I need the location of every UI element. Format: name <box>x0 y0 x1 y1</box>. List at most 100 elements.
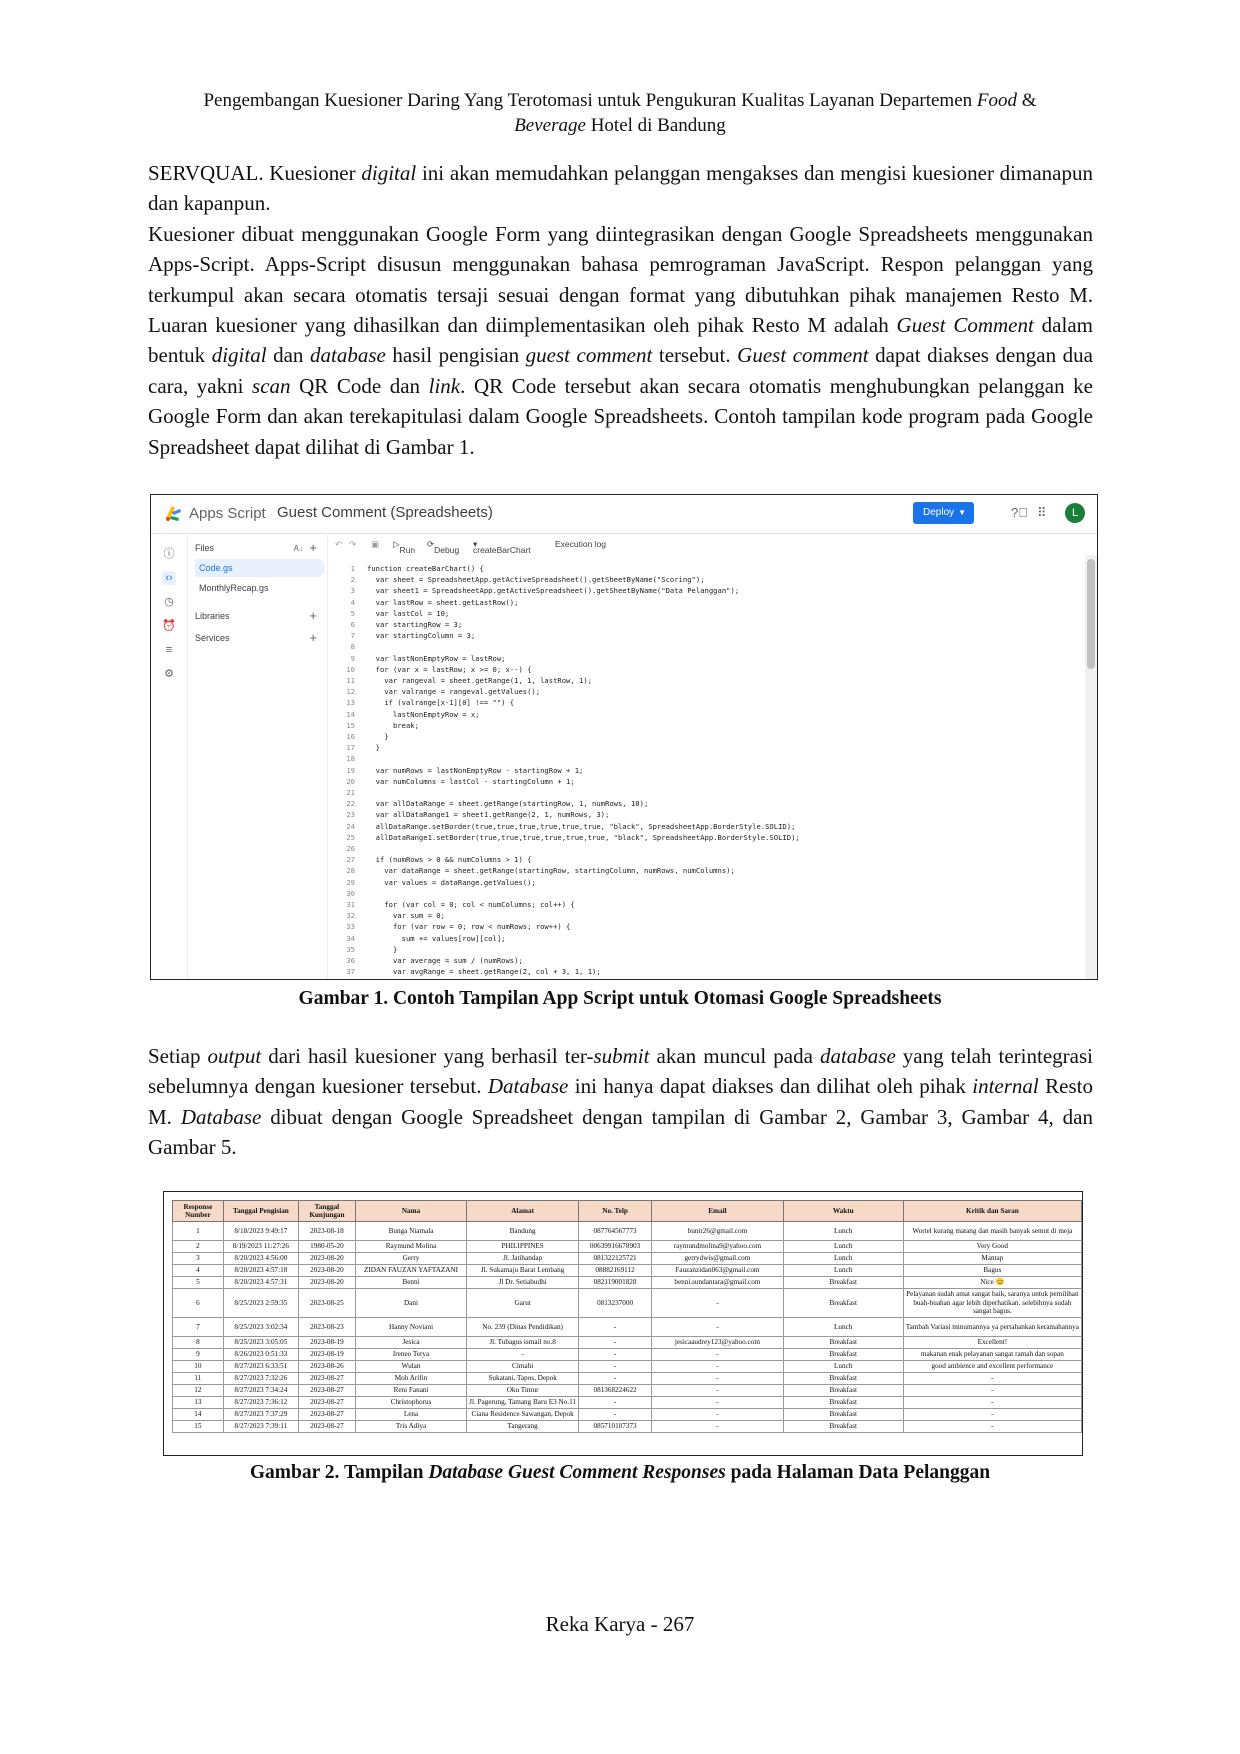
table-cell: 8/19/2023 11:27:26 <box>222 1240 299 1253</box>
editor-icon[interactable]: ‹› <box>162 571 176 585</box>
line-number: 13 <box>346 698 355 708</box>
table-cell: - <box>902 1408 1082 1421</box>
table-cell: Jl. Pagerung, Tamang Baru E3 No.11 <box>466 1396 580 1409</box>
execution-log-button[interactable]: Execution log <box>555 539 606 549</box>
table-cell: Breakfast <box>782 1348 904 1361</box>
table-cell: 2023-08-27 <box>297 1420 356 1433</box>
files-header: Files A↓ + <box>195 539 321 557</box>
save-icon[interactable]: ▣ <box>371 539 379 550</box>
table-cell: 8/27/2023 7:37:29 <box>222 1408 299 1421</box>
table-cell: - <box>578 1408 653 1421</box>
code-text: var sheet1 = SpreadsheetApp.getActiveSpr… <box>367 586 740 596</box>
sort-icon[interactable]: A↓ <box>294 540 303 558</box>
figure-1-caption: Gambar 1. Contoh Tampilan App Script unt… <box>298 988 942 1009</box>
left-icon-rail: ⓘ ‹› ◷ ⏰ ≡ ⚙ <box>151 533 188 979</box>
column-header: Response Number <box>172 1200 224 1222</box>
table-cell: 8/26/2023 0:51:33 <box>222 1348 299 1361</box>
code-text: if (valrange[x-1][0] !== "") { <box>367 698 515 708</box>
debug-button[interactable]: ⟳ Debug <box>427 539 459 555</box>
table-cell: 2023-08-19 <box>297 1336 356 1349</box>
libraries-section[interactable]: Libraries + <box>195 607 321 625</box>
header-line-2: Beverage Hotel di Bandung <box>514 115 726 136</box>
line-number: 5 <box>350 608 355 618</box>
settings-gear-icon[interactable]: ⚙ <box>162 667 176 681</box>
table-cell: Ireneo Terya <box>354 1348 468 1361</box>
line-number: 24 <box>346 821 355 831</box>
add-library-icon[interactable]: + <box>309 607 317 625</box>
code-text: var numColumns = lastCol - startingColum… <box>367 776 575 786</box>
table-cell: 082119001828 <box>578 1276 653 1289</box>
code-text: var startingRow = 3; <box>367 620 463 629</box>
history-icon[interactable]: ◷ <box>162 595 176 609</box>
table-cell: Very Good <box>902 1240 1082 1253</box>
table-cell: Lunch <box>782 1252 904 1265</box>
line-number: 25 <box>346 832 355 842</box>
table-cell: Breakfast <box>782 1408 904 1421</box>
code-editor[interactable]: 1 function createBarChart() {2 var sheet … <box>327 555 1085 979</box>
line-number: 3 <box>350 586 355 596</box>
table-cell: 2023-08-27 <box>297 1384 356 1397</box>
scrollbar-thumb[interactable] <box>1087 559 1095 669</box>
function-select[interactable]: createBarChart ▾ <box>473 539 531 555</box>
table-cell: 14 <box>172 1408 224 1421</box>
run-button[interactable]: ▷ Run <box>393 539 415 555</box>
project-title[interactable]: Guest Comment (Spreadsheets) <box>277 504 493 521</box>
table-cell: - <box>578 1360 653 1373</box>
redo-icon[interactable]: ↷ <box>349 539 356 550</box>
table-cell: Jl. Sukamaju Barat Lembang <box>466 1264 580 1277</box>
table-cell: 2023-08-19 <box>297 1348 356 1361</box>
line-number: 18 <box>346 754 355 764</box>
line-number: 11 <box>346 676 355 685</box>
table-cell: Lunch <box>782 1221 904 1241</box>
table-cell: 8/25/2023 3:05:05 <box>222 1336 299 1349</box>
table-cell: makanan enak pelayanan sangat ramah dan … <box>902 1348 1082 1361</box>
table-cell: - <box>578 1372 653 1385</box>
add-service-icon[interactable]: + <box>309 629 317 647</box>
apps-grid-icon[interactable]: ⠿ <box>1037 505 1047 521</box>
table-cell: 8/27/2023 7:36:12 <box>222 1396 299 1409</box>
table-cell: 0813237000 <box>578 1288 653 1318</box>
editor-toolbar: ↶ ↷ ▣ ▷ Run ⟳ Debug createBarChart ▾ Exe… <box>327 533 1097 555</box>
file-item-monthly-recap[interactable]: MonthlyRecap.gs <box>195 579 325 597</box>
table-cell: 9 <box>172 1348 224 1361</box>
table-cell: 00639916678903 <box>578 1240 653 1253</box>
table-cell: - <box>651 1408 784 1421</box>
line-number: 32 <box>346 911 355 921</box>
table-cell: benni.sundantara@gmail.com <box>651 1276 784 1289</box>
brand-label: Apps Script <box>189 505 266 522</box>
triggers-icon[interactable]: ⏰ <box>162 619 176 633</box>
executions-icon[interactable]: ≡ <box>162 643 176 657</box>
file-item-code[interactable]: Code.gs <box>195 559 325 577</box>
table-cell: Bandung <box>466 1221 580 1241</box>
line-number: 15 <box>346 720 355 730</box>
table-cell: 1980-05-20 <box>297 1240 356 1253</box>
services-section[interactable]: Services + <box>195 629 321 647</box>
table-cell: 2023-08-23 <box>297 1317 356 1337</box>
table-cell: Raymund Molina <box>354 1240 468 1253</box>
add-file-icon[interactable]: + <box>309 539 317 557</box>
editor-scrollbar[interactable] <box>1085 555 1097 979</box>
table-cell: 8/20/2023 4:56:00 <box>222 1252 299 1265</box>
table-cell: 2023-08-27 <box>297 1372 356 1385</box>
code-text: var avgRange = sheet.getRange(2, col + 3… <box>367 967 601 977</box>
code-text: var allDataRange1 = sheet1.getRange(2, 1… <box>367 810 610 820</box>
table-cell: Moh Arifin <box>354 1372 468 1385</box>
table-cell: 081322125721 <box>578 1252 653 1265</box>
avatar[interactable]: L <box>1065 503 1085 523</box>
table-cell: 8/18/2023 9:49:17 <box>222 1221 299 1241</box>
table-cell: 8/25/2023 2:59:35 <box>222 1288 299 1318</box>
table-cell: 2 <box>172 1240 224 1253</box>
overview-icon[interactable]: ⓘ <box>162 547 176 561</box>
line-number: 16 <box>346 732 355 741</box>
help-icon[interactable]: ?⃝ <box>1011 505 1028 520</box>
line-number: 7 <box>350 631 355 641</box>
table-cell: - <box>466 1348 580 1361</box>
line-number: 12 <box>346 687 355 697</box>
table-cell: - <box>651 1396 784 1409</box>
column-header: Alamat <box>466 1200 580 1222</box>
table-cell: 8/27/2023 7:34:24 <box>222 1384 299 1397</box>
table-cell: 15 <box>172 1420 224 1433</box>
deploy-button[interactable]: Deploy ▼ <box>913 502 974 524</box>
table-cell: Tambah Variasi minumannya ya pertahankan… <box>902 1317 1082 1337</box>
undo-icon[interactable]: ↶ <box>335 539 342 550</box>
